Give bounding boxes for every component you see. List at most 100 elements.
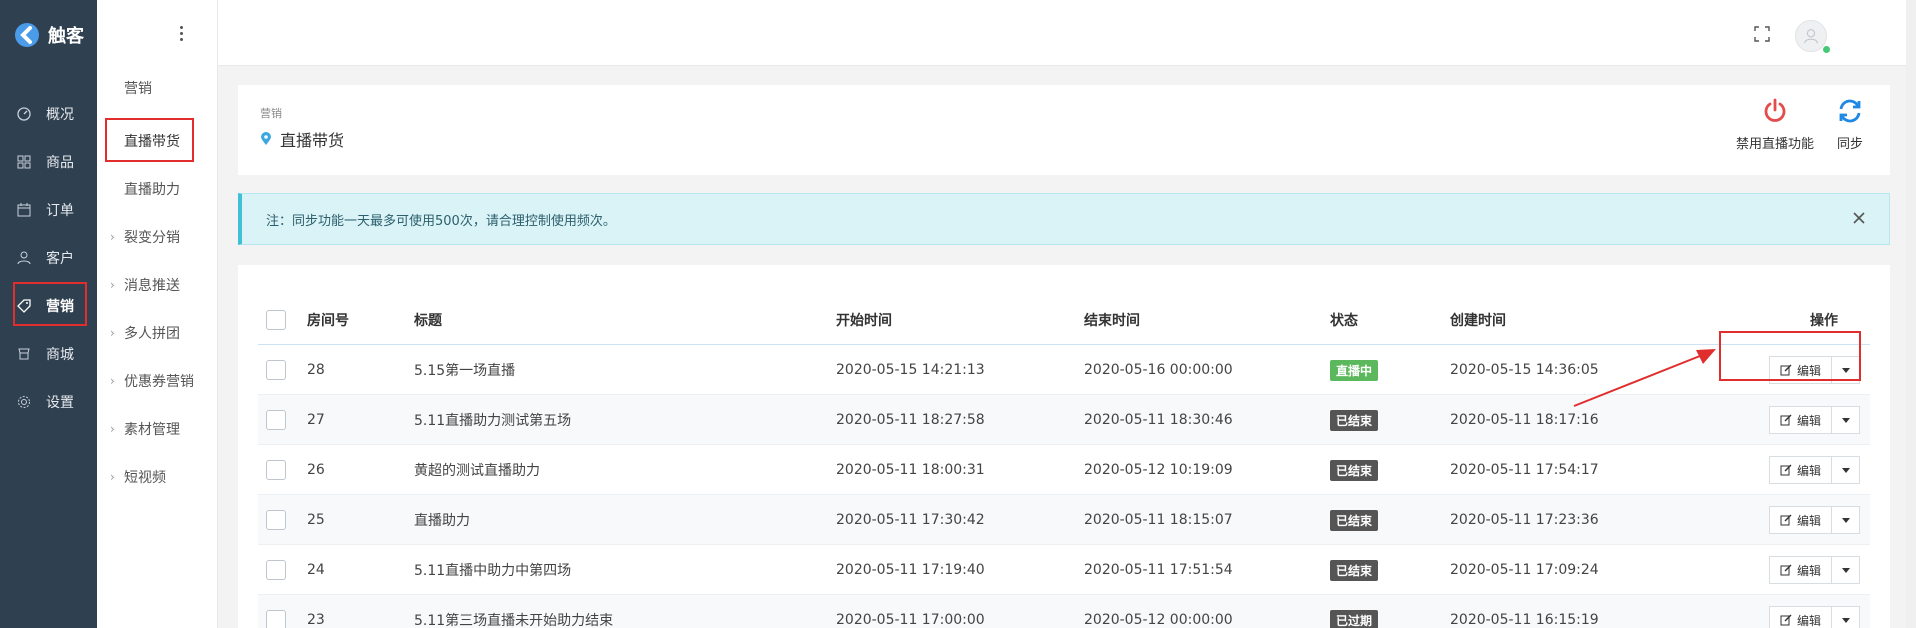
cell-created: 2020-05-11 17:09:24: [1450, 562, 1599, 578]
subnav-item-fission[interactable]: › 裂变分销: [97, 222, 218, 252]
nav-label: 概况: [46, 107, 74, 123]
row-checkbox[interactable]: [266, 610, 286, 628]
table-row: 25 直播助力 2020-05-11 17:30:42 2020-05-11 18:1…: [258, 495, 1870, 545]
cell-start: 2020-05-11 18:27:58: [836, 412, 985, 428]
nav-item-shop[interactable]: 商城: [0, 334, 97, 374]
cell-end: 2020-05-11 17:51:54: [1084, 562, 1233, 578]
row-checkbox[interactable]: [266, 560, 286, 580]
edit-button[interactable]: 编辑: [1769, 606, 1833, 628]
cell-room: 23: [307, 612, 325, 628]
annotation-arrow: [1573, 349, 1716, 407]
row-checkbox[interactable]: [266, 360, 286, 380]
status-badge: 已结束: [1330, 409, 1379, 431]
disable-live-button[interactable]: 禁用直播功能: [1736, 97, 1814, 152]
subnav-label: 直播助力: [124, 182, 180, 198]
table-row: 23 5.11第三场直播未开始助力结束 2020-05-11 17:00:00 202…: [258, 595, 1870, 628]
subnav-label: 消息推送: [124, 278, 180, 294]
cell-start: 2020-05-11 17:00:00: [836, 612, 985, 628]
cell-created: 2020-05-11 16:15:19: [1450, 612, 1599, 628]
subnav-item-coupon[interactable]: › 优惠券营销: [97, 366, 218, 396]
more-actions-dropdown[interactable]: [1832, 506, 1861, 534]
table-row: 24 5.11直播中助力中第四场 2020-05-11 17:19:40 2020-0…: [258, 545, 1870, 595]
cell-title: 5.15第一场直播: [414, 363, 516, 379]
shop-icon: [18, 348, 30, 360]
nav-item-overview[interactable]: 概况: [0, 94, 97, 134]
cell-room: 27: [307, 412, 325, 428]
subnav-item-group-buy[interactable]: › 多人拼团: [97, 318, 218, 348]
nav-item-products[interactable]: 商品: [0, 142, 97, 182]
status-badge: 直播中: [1330, 359, 1379, 381]
cell-end: 2020-05-16 00:00:00: [1084, 362, 1233, 378]
col-status: 状态: [1330, 313, 1358, 329]
more-actions-dropdown[interactable]: [1832, 456, 1861, 484]
caret-down-icon: [1841, 517, 1850, 523]
close-icon[interactable]: [1851, 210, 1867, 226]
select-all-checkbox[interactable]: [266, 310, 286, 330]
more-menu-icon[interactable]: [174, 26, 188, 44]
row-checkbox[interactable]: [266, 510, 286, 530]
nav-label: 商品: [46, 155, 74, 171]
annotation-highlight-marketing: [13, 282, 87, 326]
page-title: 直播带货: [260, 127, 344, 151]
status-badge: 已结束: [1330, 559, 1379, 581]
edit-button[interactable]: 编辑: [1769, 556, 1833, 584]
sub-sidebar: 营销 直播带货 直播助力 › 裂变分销 › 消息推送 › 多人拼团 › 优惠券营销 › 素…: [97, 0, 218, 628]
nav-item-customers[interactable]: 客户: [0, 238, 97, 278]
edit-icon: [1780, 414, 1792, 426]
row-actions: 编辑: [1769, 506, 1861, 534]
nav-item-settings[interactable]: 设置: [0, 382, 97, 422]
fullscreen-icon[interactable]: [1754, 26, 1770, 42]
more-actions-dropdown[interactable]: [1832, 406, 1861, 434]
alert-text: 注：同步功能一天最多可使用500次，请合理控制使用频次。: [266, 213, 616, 229]
chevron-right-icon: ›: [110, 374, 115, 388]
edit-button[interactable]: 编辑: [1769, 456, 1833, 484]
cell-start: 2020-05-11 17:19:40: [836, 562, 985, 578]
calendar-icon: [17, 203, 31, 217]
chevron-right-icon: ›: [110, 230, 115, 244]
subnav-item-push[interactable]: › 消息推送: [97, 270, 218, 300]
edit-button[interactable]: 编辑: [1769, 506, 1833, 534]
cell-title: 5.11第三场直播未开始助力结束: [414, 613, 614, 628]
col-created: 创建时间: [1450, 313, 1506, 329]
more-actions-dropdown[interactable]: [1832, 556, 1861, 584]
brand-logo[interactable]: 触客: [14, 22, 84, 48]
status-badge: 已过期: [1330, 609, 1379, 628]
subnav-label: 优惠券营销: [124, 374, 194, 390]
live-room-table: 房间号 标题 开始时间 结束时间 状态 创建时间 操作 28 5.15第一场直播 2…: [238, 265, 1890, 628]
gauge-icon: [17, 107, 31, 121]
annotation-highlight-live-sales: [105, 118, 194, 162]
cell-end: 2020-05-12 00:00:00: [1084, 612, 1233, 628]
sync-label: 同步: [1836, 137, 1863, 152]
subnav-item-live-boost[interactable]: 直播助力: [97, 174, 218, 204]
avatar[interactable]: [1795, 20, 1830, 53]
user-avatar-icon: [1804, 29, 1818, 44]
cell-end: 2020-05-11 18:30:46: [1084, 412, 1233, 428]
annotation-highlight-edit: [1719, 331, 1861, 381]
caret-down-icon: [1841, 617, 1850, 623]
row-actions: 编辑: [1769, 606, 1861, 628]
nav-item-orders[interactable]: 订单: [0, 190, 97, 230]
subnav-item-short-video[interactable]: › 短视频: [97, 462, 218, 492]
row-checkbox[interactable]: [266, 410, 286, 430]
subnav-item-marketing[interactable]: 营销: [97, 73, 218, 103]
online-status-dot: [1823, 46, 1830, 53]
cell-end: 2020-05-11 18:15:07: [1084, 512, 1233, 528]
notice-alert: 注：同步功能一天最多可使用500次，请合理控制使用频次。: [238, 193, 1890, 245]
subnav-label: 短视频: [124, 470, 166, 486]
cell-title: 黄超的测试直播助力: [414, 463, 540, 479]
page-title-text: 直播带货: [280, 131, 345, 150]
more-actions-dropdown[interactable]: [1832, 606, 1861, 628]
page-scrollbar[interactable]: [1906, 0, 1916, 628]
chevron-right-icon: ›: [110, 326, 115, 340]
row-actions: 编辑: [1769, 556, 1861, 584]
row-checkbox[interactable]: [266, 460, 286, 480]
edit-label: 编辑: [1797, 613, 1822, 628]
edit-label: 编辑: [1797, 563, 1822, 578]
subnav-item-materials[interactable]: › 素材管理: [97, 414, 218, 444]
top-bar: [179, 0, 1916, 66]
sync-button[interactable]: 同步: [1836, 97, 1864, 152]
edit-button[interactable]: 编辑: [1769, 406, 1833, 434]
chevron-right-icon: ›: [110, 422, 115, 436]
cell-room: 24: [307, 562, 325, 578]
edit-label: 编辑: [1797, 463, 1822, 478]
